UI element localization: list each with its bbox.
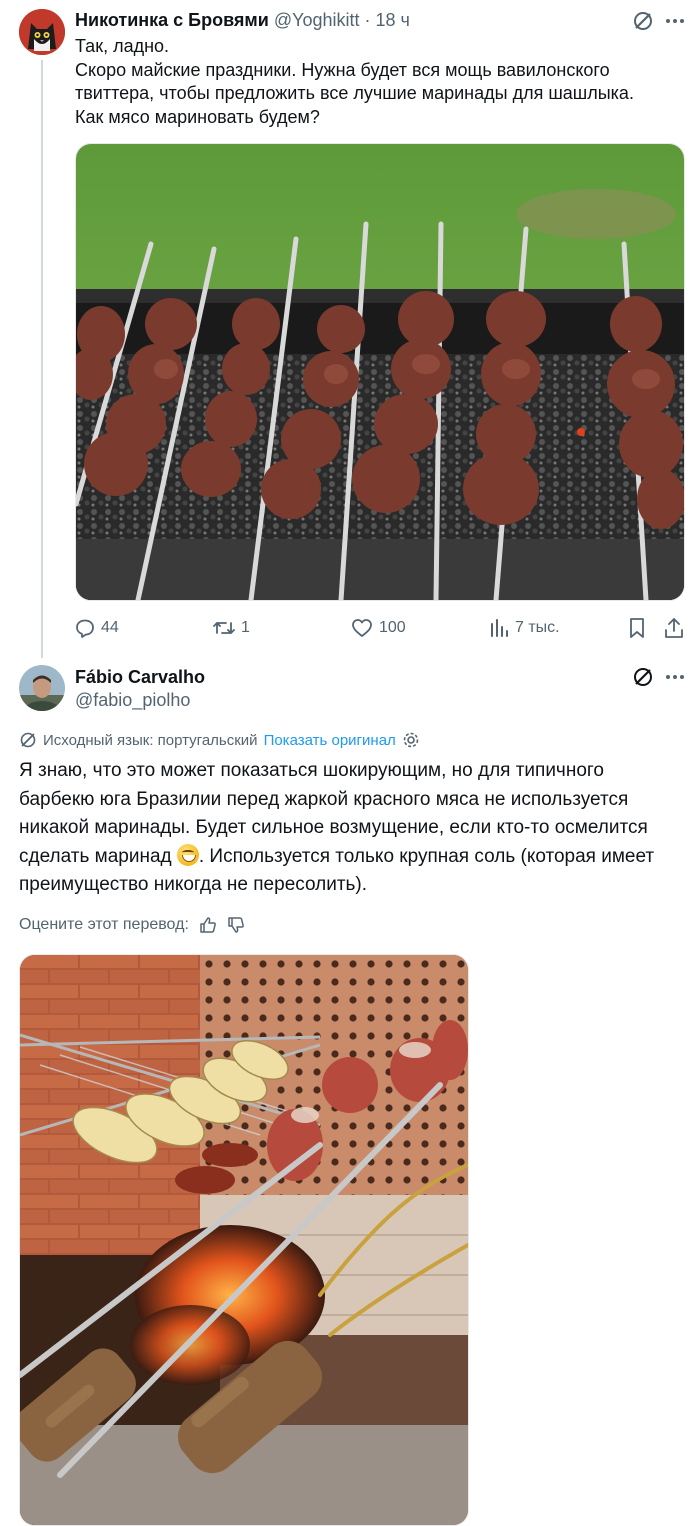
like-button[interactable]: 100: [351, 618, 406, 638]
like-icon: [352, 619, 372, 637]
avatar-cat-image: [19, 9, 65, 55]
reply-author-name[interactable]: Fábio Carvalho: [75, 667, 205, 688]
more-icon[interactable]: [665, 666, 685, 693]
translate-icon: [20, 732, 36, 748]
retweet-icon: [213, 622, 235, 634]
reply-author-handle[interactable]: @fabio_piolho: [75, 690, 190, 711]
views-button[interactable]: 7 тыс.: [489, 618, 560, 638]
churrasco-photo: [20, 955, 468, 1525]
tweet-text: Так, ладно. Скоро майские праздники. Нуж…: [75, 36, 634, 127]
thumbs-up-icon[interactable]: [199, 916, 217, 934]
grinning-emoji-icon: [176, 843, 199, 866]
avatar[interactable]: [19, 9, 65, 55]
shashlik-photo: [76, 144, 684, 600]
settings-icon[interactable]: [402, 731, 420, 749]
tweet-photo[interactable]: [75, 143, 685, 601]
separator-dot: ·: [364, 10, 371, 30]
rate-translation-label: Оцените этот перевод:: [19, 916, 189, 933]
reply-avatar[interactable]: [19, 665, 65, 711]
retweet-count: 1: [241, 619, 250, 636]
reply-count: 44: [101, 619, 119, 636]
reply-photo[interactable]: [19, 954, 469, 1526]
more-icon[interactable]: [665, 10, 685, 37]
like-count: 100: [379, 619, 406, 636]
retweet-button[interactable]: 1: [213, 618, 250, 638]
grok-icon[interactable]: [632, 10, 654, 37]
author-name[interactable]: Никотинка с Бровями: [75, 10, 269, 31]
views-count: 7 тыс.: [515, 619, 560, 636]
grok-icon[interactable]: [632, 666, 654, 693]
avatar-photo: [19, 665, 65, 711]
translation-source: Исходный язык: португальский: [43, 731, 258, 749]
bookmark-icon[interactable]: [627, 617, 647, 644]
reply-icon: [76, 619, 94, 638]
thumbs-down-icon[interactable]: [227, 916, 245, 934]
reply-button[interactable]: 44: [75, 618, 119, 638]
tweet-time[interactable]: 18 ч: [375, 10, 409, 31]
share-icon[interactable]: [663, 617, 685, 644]
thread-line: [41, 60, 43, 658]
views-icon: [491, 619, 508, 637]
author-handle[interactable]: @Yoghikitt: [274, 10, 360, 31]
show-original-link[interactable]: Показать оригинал: [264, 732, 396, 749]
reply-text: Я знаю, что это может показаться шокирую…: [19, 757, 684, 900]
